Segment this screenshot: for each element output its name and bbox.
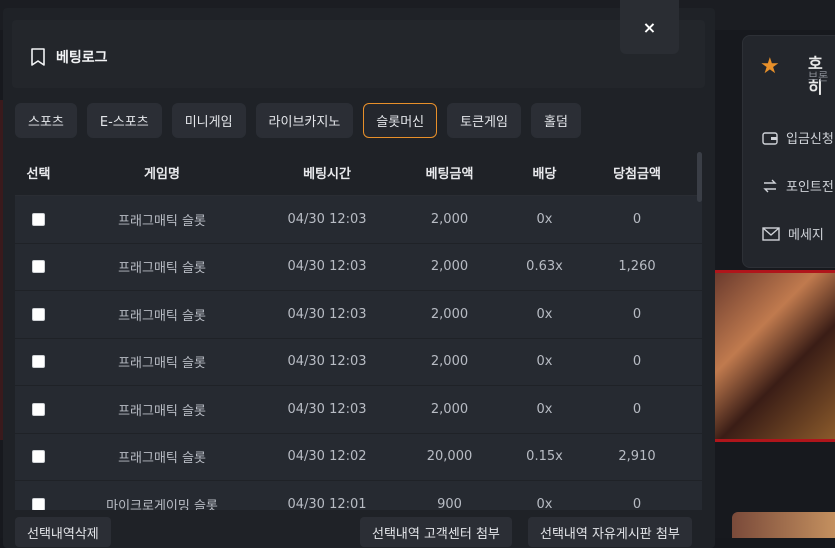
game-name: 프래그매틱 슬롯: [62, 210, 262, 229]
row-checkbox[interactable]: [32, 403, 45, 416]
tab-esports[interactable]: E-스포츠: [87, 103, 162, 138]
column-amount: 베팅금액: [392, 163, 507, 182]
exchange-icon: [762, 179, 778, 193]
delete-selected-button[interactable]: 선택내역삭제: [15, 517, 111, 547]
tab-holdem[interactable]: 홀덤: [531, 103, 581, 138]
win-amount: 0: [582, 307, 692, 322]
modal-title-text: 베팅로그: [56, 47, 108, 67]
wallet-icon: [762, 131, 778, 145]
modal-title: 베팅로그: [28, 47, 108, 67]
game-name: 프래그매틱 슬롯: [62, 305, 262, 324]
bet-time: 04/30 12:03: [262, 402, 392, 417]
column-time: 베팅시간: [262, 163, 392, 182]
column-game: 게임명: [62, 163, 262, 182]
close-button[interactable]: ×: [620, 0, 679, 54]
table-row: 프래그매틱 슬롯 04/30 12:03 2,000 0x 0: [15, 291, 702, 339]
bet-time: 04/30 12:02: [262, 449, 392, 464]
column-select: 선택: [15, 163, 62, 182]
bet-time: 04/30 12:01: [262, 497, 392, 510]
attach-board-button[interactable]: 선택내역 자유게시판 첨부: [528, 517, 692, 547]
win-amount: 0: [582, 402, 692, 417]
game-name: 프래그매틱 슬롯: [62, 447, 262, 466]
table-row: 프래그매틱 슬롯 04/30 12:02 20,000 0.15x 2,910: [15, 434, 702, 482]
column-win: 당첨금액: [582, 163, 692, 182]
bet-amount: 20,000: [392, 449, 507, 464]
tab-slot[interactable]: 슬롯머신: [363, 103, 437, 138]
table-row: 마이크로게이밍 슬롯 04/30 12:01 900 0x 0: [15, 481, 702, 510]
bookmark-icon: [28, 47, 48, 67]
win-amount: 0: [582, 354, 692, 369]
bet-amount: 2,000: [392, 307, 507, 322]
table-row: 프래그매틱 슬롯 04/30 12:03 2,000 0x 0: [15, 196, 702, 244]
mail-icon: [762, 227, 780, 241]
tab-minigame[interactable]: 미니게임: [172, 103, 246, 138]
bet-amount: 2,000: [392, 259, 507, 274]
menu-label: 입금신청: [786, 128, 834, 147]
win-amount: 1,260: [582, 259, 692, 274]
rank-star-icon: ★: [760, 54, 780, 79]
promo-image: [715, 270, 835, 442]
table-row: 프래그매틱 슬롯 04/30 12:03 2,000 0x 0: [15, 386, 702, 434]
menu-item-message[interactable]: 메세지: [762, 224, 824, 243]
bet-time: 04/30 12:03: [262, 212, 392, 227]
bet-amount: 2,000: [392, 402, 507, 417]
win-amount: 2,910: [582, 449, 692, 464]
odds: 0x: [507, 307, 582, 322]
modal-footer: 선택내역삭제 선택내역 고객센터 첨부 선택내역 자유게시판 첨부: [15, 517, 703, 547]
game-name: 프래그매틱 슬롯: [62, 352, 262, 371]
odds: 0.63x: [507, 259, 582, 274]
table-header: 선택 게임명 베팅시간 베팅금액 배당 당첨금액: [15, 150, 702, 196]
odds: 0x: [507, 497, 582, 510]
bet-time: 04/30 12:03: [262, 354, 392, 369]
row-checkbox[interactable]: [32, 213, 45, 226]
game-name: 프래그매틱 슬롯: [62, 257, 262, 276]
bet-amount: 900: [392, 497, 507, 510]
odds: 0.15x: [507, 449, 582, 464]
tab-token-game[interactable]: 토큰게임: [447, 103, 521, 138]
tab-live-casino[interactable]: 라이브카지노: [256, 103, 354, 138]
row-checkbox[interactable]: [32, 308, 45, 321]
row-checkbox[interactable]: [32, 355, 45, 368]
menu-label: 메세지: [788, 224, 824, 243]
menu-item-deposit[interactable]: 입금신청: [762, 128, 834, 147]
win-amount: 0: [582, 497, 692, 510]
odds: 0x: [507, 354, 582, 369]
row-checkbox[interactable]: [32, 498, 45, 510]
bet-time: 04/30 12:03: [262, 259, 392, 274]
close-icon: ×: [643, 18, 656, 37]
table-scrollbar[interactable]: [697, 152, 702, 202]
menu-item-point[interactable]: 포인트전: [762, 176, 834, 195]
promo-image-bottom: [732, 512, 835, 538]
game-name: 마이크로게이밍 슬롯: [62, 495, 262, 510]
bet-amount: 2,000: [392, 354, 507, 369]
odds: 0x: [507, 402, 582, 417]
betting-table: 선택 게임명 베팅시간 베팅금액 배당 당첨금액 프래그매틱 슬롯 04/30 …: [15, 150, 702, 510]
user-rank: 브론: [808, 68, 828, 84]
odds: 0x: [507, 212, 582, 227]
row-checkbox[interactable]: [32, 450, 45, 463]
table-row: 프래그매틱 슬롯 04/30 12:03 2,000 0.63x 1,260: [15, 244, 702, 292]
win-amount: 0: [582, 212, 692, 227]
bet-amount: 2,000: [392, 212, 507, 227]
category-tabs: 스포츠 E-스포츠 미니게임 라이브카지노 슬롯머신 토큰게임 홀덤: [15, 103, 581, 138]
column-odds: 배당: [507, 163, 582, 182]
tab-sports[interactable]: 스포츠: [15, 103, 77, 138]
menu-label: 포인트전: [786, 176, 834, 195]
modal-header: [12, 20, 705, 88]
row-checkbox[interactable]: [32, 260, 45, 273]
attach-support-button[interactable]: 선택내역 고객센터 첨부: [360, 517, 512, 547]
table-row: 프래그매틱 슬롯 04/30 12:03 2,000 0x 0: [15, 339, 702, 387]
game-name: 프래그매틱 슬롯: [62, 400, 262, 419]
bet-time: 04/30 12:03: [262, 307, 392, 322]
